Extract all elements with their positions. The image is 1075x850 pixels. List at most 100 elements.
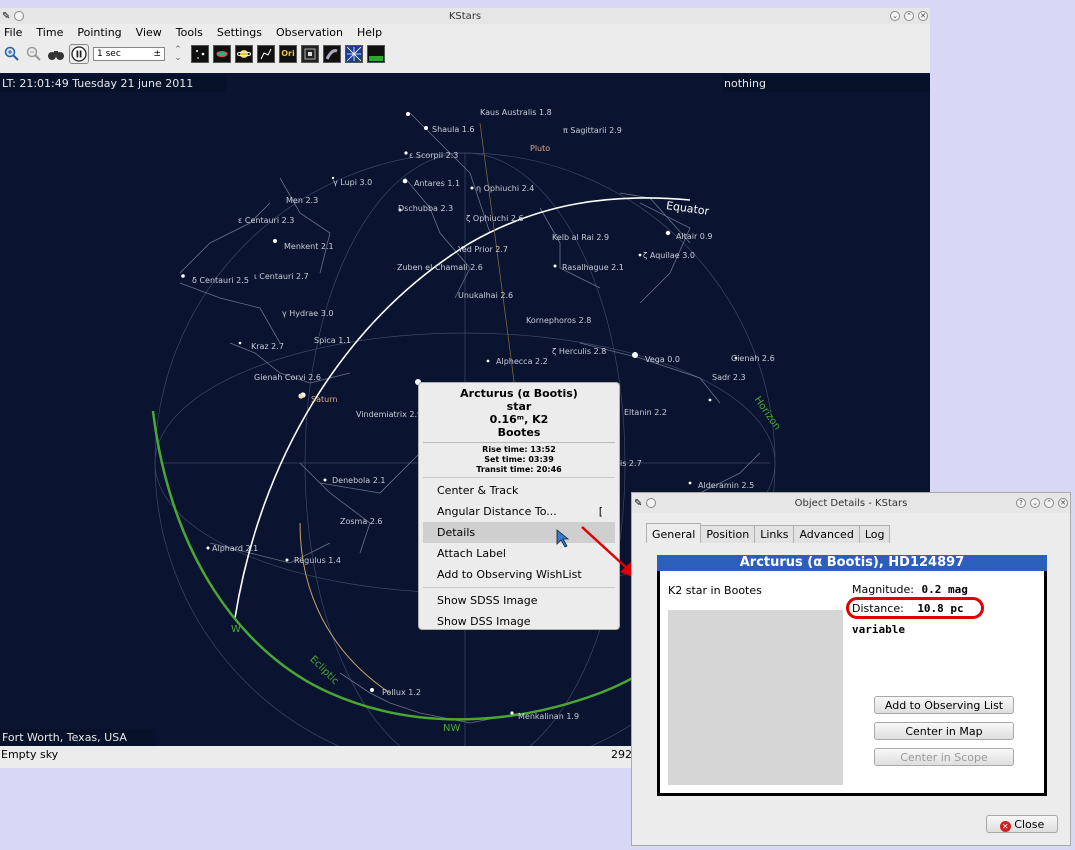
zoom-in-icon[interactable] <box>3 45 21 63</box>
pause-clock-button[interactable] <box>69 43 89 64</box>
star-label[interactable]: Zosma 2.6 <box>340 517 383 526</box>
shortcut-text: [ <box>598 505 603 518</box>
star-label[interactable]: η Ophiuchi 2.4 <box>476 184 534 193</box>
star-label[interactable]: ζ Herculis 2.8 <box>552 347 606 356</box>
minimize-button[interactable]: ⌄ <box>890 11 900 21</box>
star-label[interactable]: ζ Ophiuchi 2.6 <box>466 214 524 223</box>
star-label[interactable]: Menkalinan 1.9 <box>518 712 579 721</box>
star-label[interactable]: γ Hydrae 3.0 <box>282 309 333 318</box>
minimize-button[interactable]: ⌄ <box>1030 498 1040 508</box>
menu-file[interactable]: File <box>4 26 22 39</box>
mouse-cursor-icon <box>556 529 570 548</box>
menu-pointing[interactable]: Pointing <box>77 26 121 39</box>
add-observing-list-button[interactable]: Add to Observing List <box>874 696 1014 714</box>
location-info-box[interactable]: Fort Worth, Texas, USA <box>0 729 156 746</box>
star-label[interactable]: Kaus Australis 1.8 <box>480 108 552 117</box>
menu-item-center-track[interactable]: Center & Track <box>419 480 619 501</box>
star-label[interactable]: ι Centauri 2.7 <box>254 272 309 281</box>
deep-sky-toggle-icon[interactable] <box>213 44 231 63</box>
star-label[interactable]: Altair 0.9 <box>676 232 713 241</box>
star-label[interactable]: Zuben el Chamali 2.6 <box>397 263 483 272</box>
planet-label-saturn[interactable]: Saturn <box>311 395 337 404</box>
close-window-button[interactable]: ✕ <box>1058 498 1068 508</box>
star-label[interactable]: Kraz 2.7 <box>251 342 284 351</box>
star-label[interactable]: Denebola 2.1 <box>332 476 385 485</box>
star-label[interactable]: Men 2.3 <box>286 196 318 205</box>
menu-observation[interactable]: Observation <box>276 26 343 39</box>
star-label[interactable]: Gienah 2.6 <box>731 354 775 363</box>
time-info-box[interactable]: LT: 21:01:49 Tuesday 21 june 2011 <box>0 75 226 92</box>
tab-advanced[interactable]: Advanced <box>793 525 860 543</box>
object-type: star <box>506 400 532 413</box>
menu-view[interactable]: View <box>136 26 162 39</box>
time-step-arrows-icon[interactable]: ⌃ ⌄ <box>169 45 187 63</box>
star-label[interactable]: is 2.7 <box>620 459 642 468</box>
zoom-out-icon[interactable] <box>25 45 43 63</box>
menu-item-show-sdss[interactable]: Show SDSS Image <box>419 590 619 611</box>
coordinate-grid-toggle-icon[interactable] <box>345 44 363 63</box>
menu-item-show-dss[interactable]: Show DSS Image <box>419 611 619 632</box>
tab-general[interactable]: General <box>646 523 702 543</box>
constellation-boundaries-toggle-icon[interactable] <box>301 44 319 63</box>
star-label[interactable]: Kornephoros 2.8 <box>526 316 591 325</box>
close-button[interactable]: ✕ <box>918 11 928 21</box>
star-label[interactable]: Unukalhai 2.6 <box>458 291 513 300</box>
sticky-icon[interactable] <box>14 11 25 21</box>
time-step-spinbox[interactable]: 1 sec ± <box>93 46 165 61</box>
maximize-button[interactable]: ⌃ <box>904 11 914 21</box>
spin-arrows-icon[interactable]: ± <box>153 49 161 59</box>
menu-help[interactable]: Help <box>357 26 382 39</box>
star-label[interactable]: ε Scorpii 2.3 <box>409 151 458 160</box>
sticky-icon[interactable] <box>646 498 657 508</box>
star-label[interactable]: Vindemiatrix 2.9 <box>356 410 422 419</box>
star-label[interactable]: Regulus 1.4 <box>294 556 341 565</box>
horizon-toggle-icon[interactable] <box>367 44 385 63</box>
star-label[interactable]: Yed Prior 2.7 <box>458 245 508 254</box>
star-label[interactable]: Sadr 2.3 <box>712 373 746 382</box>
star-label[interactable]: Menkent 2.1 <box>284 242 334 251</box>
app-icon[interactable]: ✎ <box>2 11 10 22</box>
nw-direction-label: NW <box>443 723 461 734</box>
menu-settings[interactable]: Settings <box>217 26 262 39</box>
help-button[interactable]: ? <box>1016 498 1026 508</box>
menu-time[interactable]: Time <box>36 26 63 39</box>
object-constellation: Bootes <box>497 426 541 439</box>
tab-links[interactable]: Links <box>754 525 795 543</box>
star-label[interactable]: Eltanin 2.2 <box>624 408 667 417</box>
star-label[interactable]: Rasalhague 2.1 <box>562 263 624 272</box>
constellation-names-toggle-icon[interactable]: Ori <box>279 44 297 63</box>
star-label[interactable]: Gienah Corvi 2.6 <box>254 373 321 382</box>
star-label[interactable]: δ Centauri 2.5 <box>192 276 249 285</box>
star-label[interactable]: ζ Aquilae 3.0 <box>643 251 695 260</box>
star-label[interactable]: Kelb al Rai 2.9 <box>552 233 609 242</box>
planet-label-pluto[interactable]: Pluto <box>530 144 550 153</box>
set-time: Set time: 03:39 <box>484 455 554 464</box>
star-label[interactable]: Pollux 1.2 <box>382 688 421 697</box>
rise-set-times: Rise time: 13:52 Set time: 03:39 Transit… <box>423 442 615 475</box>
star-label[interactable]: Antares 1.1 <box>414 179 460 188</box>
star-label[interactable]: γ Lupi 3.0 <box>333 178 372 187</box>
solar-system-toggle-icon[interactable] <box>235 44 253 63</box>
star-label[interactable]: Alderamin 2.5 <box>698 481 754 490</box>
tab-position[interactable]: Position <box>700 525 756 543</box>
tab-log[interactable]: Log <box>858 525 891 543</box>
star-label[interactable]: Alphecca 2.2 <box>496 357 548 366</box>
maximize-button[interactable]: ⌃ <box>1044 498 1054 508</box>
binoculars-icon[interactable] <box>47 45 65 63</box>
stars-toggle-icon[interactable] <box>191 44 209 63</box>
star-label[interactable]: Dschubba 2.3 <box>398 204 453 213</box>
star-label[interactable]: ε Centauri 2.3 <box>238 216 294 225</box>
focus-info-box[interactable]: nothing <box>722 75 930 92</box>
star-label[interactable]: Vega 0.0 <box>645 355 680 364</box>
app-icon[interactable]: ✎ <box>634 498 642 509</box>
star-label[interactable]: Shaula 1.6 <box>432 125 475 134</box>
milky-way-toggle-icon[interactable] <box>323 44 341 63</box>
star-label[interactable]: π Sagittarii 2.9 <box>563 126 622 135</box>
star-label[interactable]: Alphard 2.1 <box>212 544 258 553</box>
constellation-lines-toggle-icon[interactable] <box>257 44 275 63</box>
center-in-map-button[interactable]: Center in Map <box>874 722 1014 740</box>
menu-tools[interactable]: Tools <box>176 26 203 39</box>
close-button[interactable]: ✕ Close <box>986 815 1058 833</box>
menu-item-angular-distance[interactable]: Angular Distance To... [ <box>419 501 619 522</box>
star-label[interactable]: Spica 1.1 <box>314 336 351 345</box>
